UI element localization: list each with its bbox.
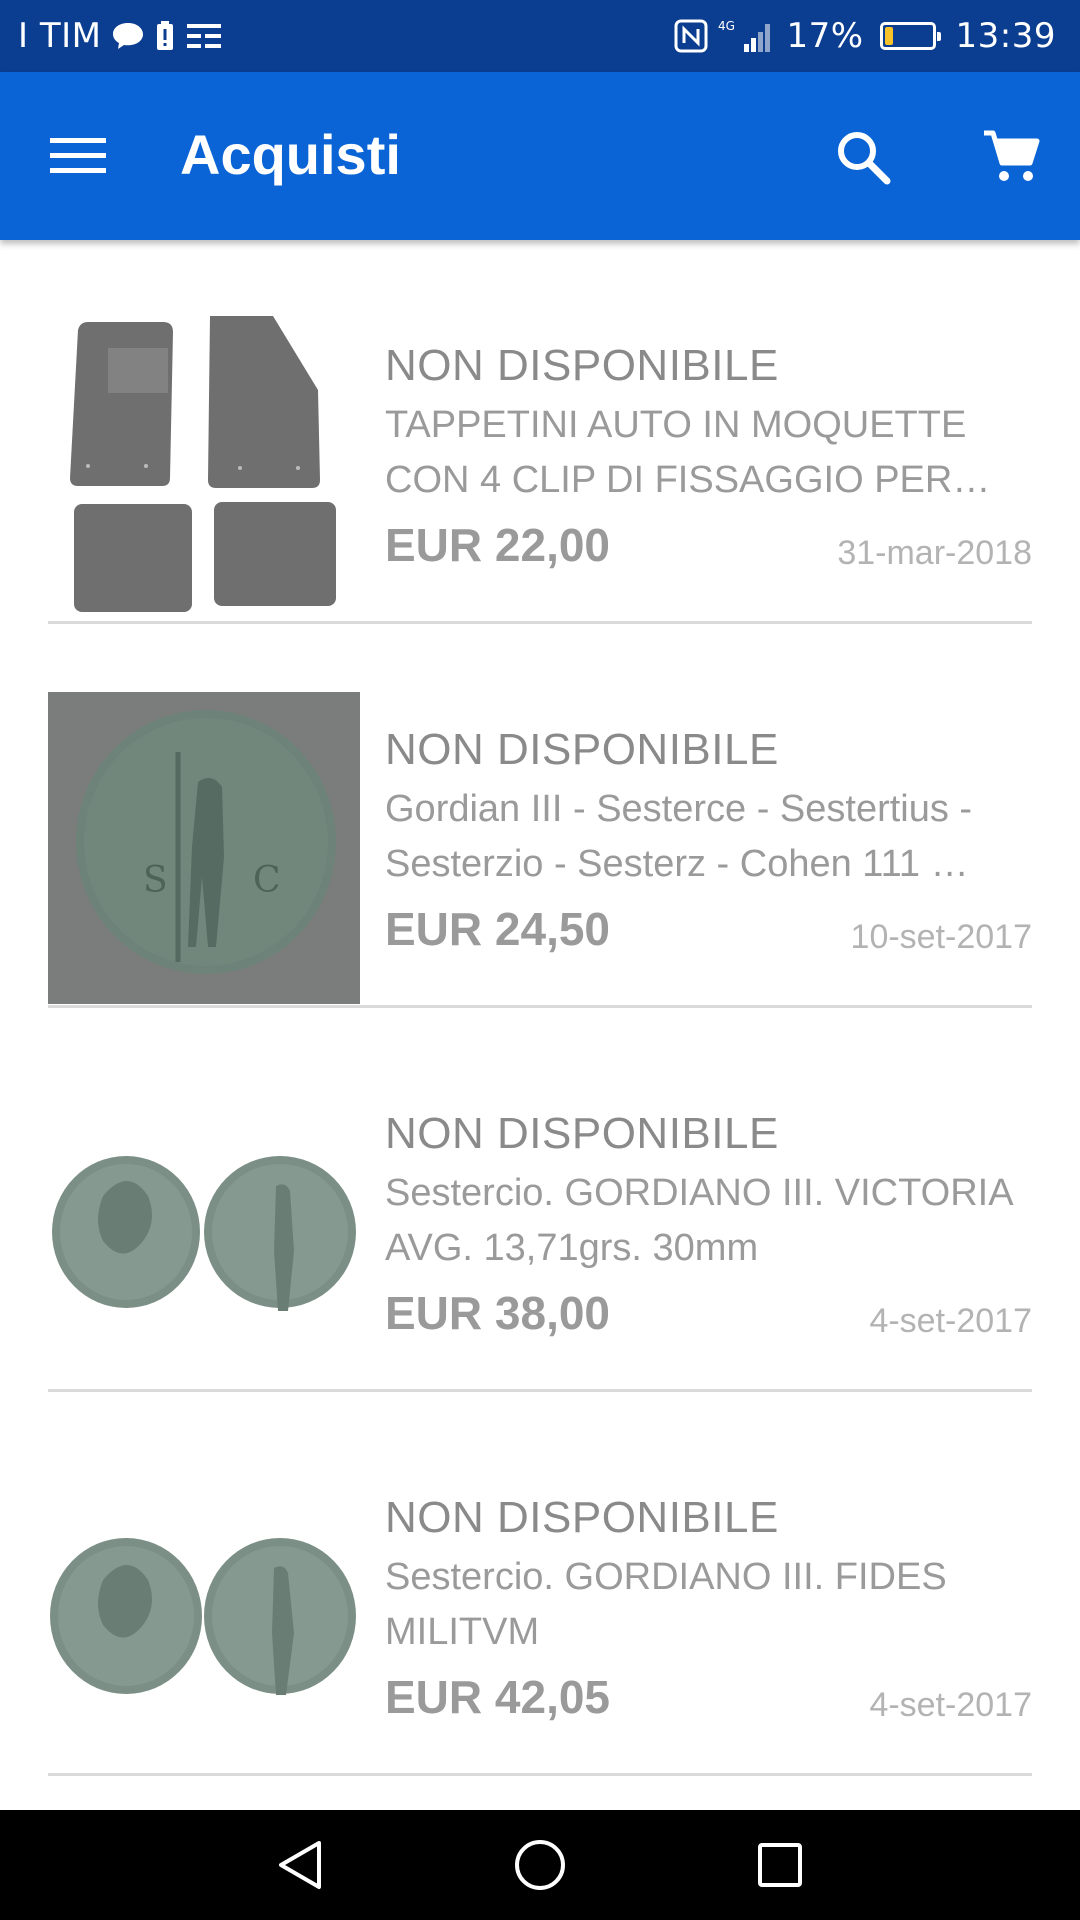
- purchase-item[interactable]: NON DISPONIBILE Sestercio. GORDIANO III.…: [48, 1392, 1032, 1776]
- nfc-icon: [674, 19, 708, 53]
- coin-image: S C: [48, 692, 360, 1004]
- item-price-row: EUR 38,00 4-set-2017: [385, 1280, 1032, 1350]
- status-bar: I TIM 4G 17% 13:39: [0, 0, 1080, 72]
- item-title: Sestercio. GORDIANO III. VICTORIA AVG. 1…: [385, 1172, 1012, 1269]
- item-price: EUR 42,05: [385, 1671, 611, 1723]
- menu-icon: [50, 138, 106, 173]
- item-thumbnail: S C: [48, 692, 360, 1004]
- battery-alert-icon: [155, 20, 175, 52]
- item-status: NON DISPONIBILE: [385, 1493, 779, 1542]
- item-price: EUR 24,50: [385, 903, 611, 955]
- coin-pair-image: [50, 1538, 356, 1695]
- recents-button[interactable]: [750, 1835, 810, 1895]
- purchase-item[interactable]: S C NON DISPONIBILE Gordian III - Sester…: [48, 624, 1032, 1008]
- item-price-row: EUR 24,50 10-set-2017: [385, 896, 1032, 966]
- back-triangle-icon: [279, 1841, 321, 1889]
- svg-text:C: C: [253, 860, 281, 901]
- item-price: EUR 22,00: [385, 519, 611, 571]
- item-thumbnail: [48, 1076, 360, 1388]
- car-mats-image: [70, 316, 336, 612]
- page-title: Acquisti: [180, 123, 401, 186]
- coin-pair-image: [52, 1156, 356, 1311]
- status-left: I TIM: [18, 16, 223, 56]
- item-price-row: EUR 22,00 31-mar-2018: [385, 512, 1032, 582]
- item-status: NON DISPONIBILE: [385, 1109, 779, 1158]
- item-price-row: EUR 42,05 4-set-2017: [385, 1664, 1032, 1734]
- item-info: NON DISPONIBILE Sestercio. GORDIANO III.…: [385, 1492, 1032, 1734]
- item-thumbnail: [48, 308, 360, 620]
- item-title: Sestercio. GORDIANO III. FIDES MILITVM: [385, 1556, 947, 1653]
- item-title: Gordian III - Sesterce - Sestertius - Se…: [385, 788, 973, 885]
- signal-4g-icon: 4G: [718, 18, 776, 54]
- chat-bubble-icon: [111, 21, 145, 51]
- home-circle-icon: [515, 1840, 565, 1890]
- status-right: 4G 17% 13:39: [674, 16, 1056, 56]
- search-icon: [838, 132, 891, 185]
- purchase-item[interactable]: NON DISPONIBILE Sestercio. GORDIANO III.…: [48, 1008, 1032, 1392]
- app-bar: Acquisti: [0, 72, 1080, 240]
- item-date: 4-set-2017: [869, 1302, 1032, 1340]
- home-button[interactable]: [510, 1835, 570, 1895]
- item-info: NON DISPONIBILE Gordian III - Sesterce -…: [385, 724, 1032, 966]
- system-nav-bar: [0, 1810, 1080, 1920]
- item-price: EUR 38,00: [385, 1287, 611, 1339]
- item-date: 31-mar-2018: [837, 534, 1032, 572]
- svg-text:S: S: [143, 860, 168, 901]
- cart-button[interactable]: [976, 122, 1046, 192]
- battery-fill: [884, 27, 893, 45]
- clock: 13:39: [955, 16, 1056, 56]
- battery-icon: [879, 22, 941, 50]
- menu-button[interactable]: [48, 126, 108, 186]
- item-date: 4-set-2017: [869, 1686, 1032, 1724]
- carrier-label: I TIM: [18, 16, 102, 56]
- list-notification-icon: [185, 21, 223, 51]
- svg-text:4G: 4G: [718, 19, 735, 33]
- battery-percent: 17%: [786, 16, 864, 56]
- item-thumbnail: [48, 1460, 360, 1772]
- purchase-item[interactable]: NON DISPONIBILE TAPPETINI AUTO IN MOQUET…: [48, 240, 1032, 624]
- item-status: NON DISPONIBILE: [385, 725, 779, 774]
- cart-icon: [984, 130, 1040, 181]
- recents-square-icon: [758, 1843, 802, 1887]
- item-info: NON DISPONIBILE Sestercio. GORDIANO III.…: [385, 1108, 1032, 1350]
- search-button[interactable]: [828, 122, 898, 192]
- item-date: 10-set-2017: [850, 918, 1032, 956]
- purchases-list: NON DISPONIBILE TAPPETINI AUTO IN MOQUET…: [0, 240, 1080, 1810]
- item-title: TAPPETINI AUTO IN MOQUETTE CON 4 CLIP DI…: [385, 404, 967, 501]
- item-info: NON DISPONIBILE TAPPETINI AUTO IN MOQUET…: [385, 340, 1032, 582]
- item-status: NON DISPONIBILE: [385, 341, 779, 390]
- back-button[interactable]: [270, 1835, 330, 1895]
